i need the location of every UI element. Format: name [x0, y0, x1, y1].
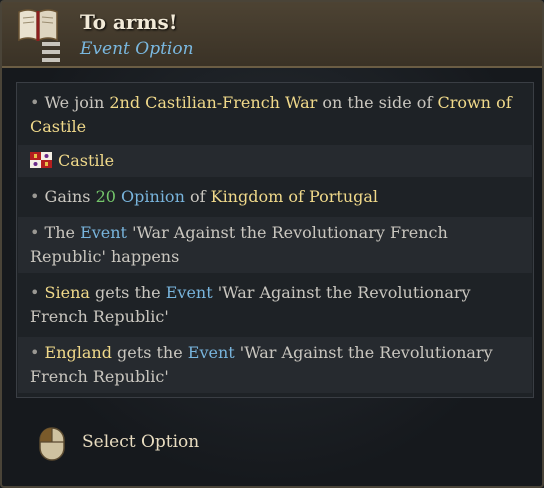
siena-link[interactable]: Siena [45, 283, 90, 302]
war-name-link[interactable]: 2nd Castilian-French War [109, 93, 317, 112]
effects-list: • We join 2nd Castilian-French War on th… [16, 82, 534, 398]
bullet: • [30, 283, 45, 302]
tooltip-header: To arms! Event Option [2, 2, 542, 68]
mouse-left-click-icon [39, 427, 65, 461]
effect-text: The [44, 223, 81, 242]
opinion-keyword-link[interactable]: Opinion [121, 187, 185, 206]
effect-text: of [184, 187, 211, 206]
bullet: • [30, 187, 45, 206]
event-option-tooltip: To arms! Event Option • We join 2nd Cast… [0, 0, 544, 488]
event-keyword-link[interactable]: Event [188, 343, 235, 362]
effect-text: We join [44, 93, 110, 112]
portugal-link[interactable]: Kingdom of Portugal [211, 187, 378, 206]
effect-text: gets the [89, 283, 166, 302]
bullet: • [30, 223, 45, 242]
event-keyword-link[interactable]: Event [166, 283, 213, 302]
effect-event-happens: • The Event 'War Against the Revolutiona… [18, 217, 532, 273]
event-title: To arms! [80, 10, 178, 34]
opinion-amount: 20 [95, 187, 116, 206]
effect-text: Gains [44, 187, 96, 206]
effect-scope-castile: Castile [18, 145, 532, 177]
book-icon [18, 9, 60, 62]
bullet: • [30, 343, 45, 362]
england-link[interactable]: England [45, 343, 112, 362]
effect-text: gets the [111, 343, 188, 362]
castile-flag-icon [30, 152, 52, 168]
effect-text: on the side of [317, 93, 438, 112]
effect-england-event: • England gets the Event 'War Against th… [18, 337, 532, 393]
bullet: • [30, 93, 45, 112]
event-keyword-link[interactable]: Event [80, 223, 127, 242]
effect-siena-event: • Siena gets the Event 'War Against the … [18, 277, 532, 333]
effect-opinion: • Gains 20 Opinion of Kingdom of Portuga… [18, 181, 532, 213]
castile-link[interactable]: Castile [58, 151, 114, 170]
effect-join-war: • We join 2nd Castilian-French War on th… [18, 87, 532, 143]
select-option-label[interactable]: Select Option [82, 432, 199, 452]
event-subtitle: Event Option [80, 39, 194, 59]
